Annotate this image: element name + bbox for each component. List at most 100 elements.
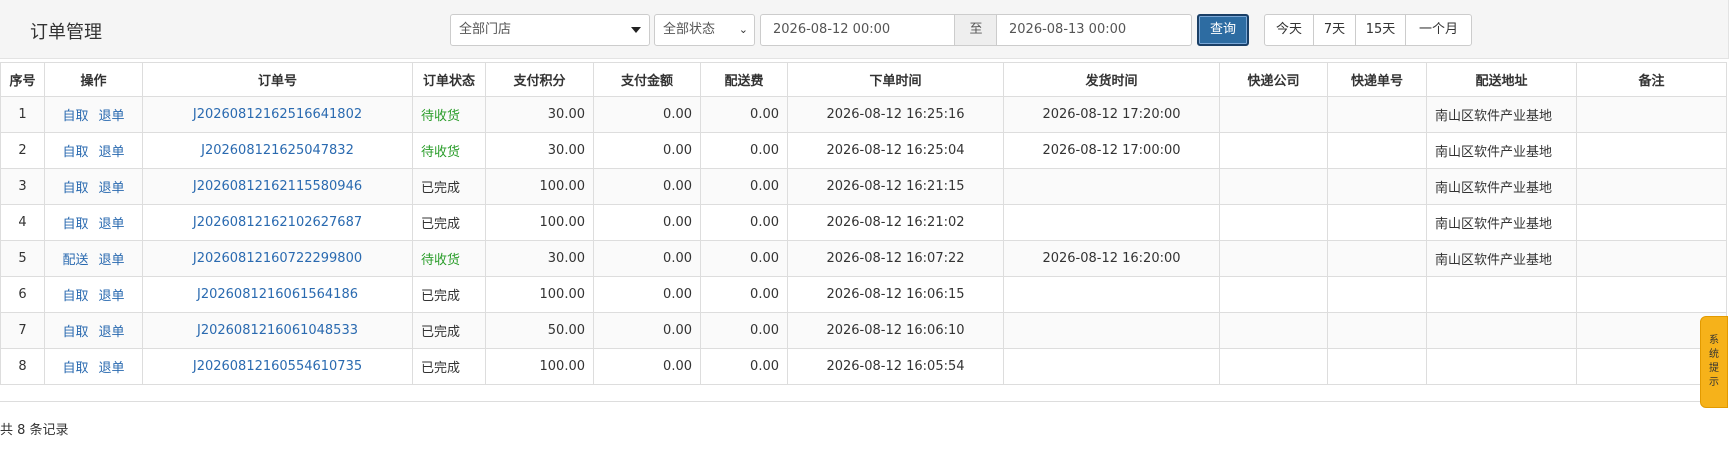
cell-shipped-time [1003, 204, 1220, 241]
status-select-value: 全部状态 [663, 22, 716, 37]
cell-actions: 自取 退单 [44, 132, 143, 169]
refund-link[interactable]: 退单 [99, 289, 125, 304]
cell-fee: 0.00 [700, 240, 788, 277]
cell-amount: 0.00 [593, 348, 701, 385]
cell-status: 已完成 [412, 348, 486, 385]
date-range-separator: 至 [955, 14, 997, 46]
pickup-link[interactable]: 自取 [62, 109, 88, 124]
refund-link[interactable]: 退单 [99, 181, 125, 196]
refund-link[interactable]: 退单 [99, 325, 125, 340]
header-tracking-no: 快递单号 [1327, 62, 1427, 97]
cell-actions: 配送 退单 [44, 240, 143, 277]
cell-status: 已完成 [412, 312, 486, 349]
order-no-link[interactable]: J2026081216061564186 [142, 276, 413, 313]
cell-actions: 自取 退单 [44, 96, 143, 133]
cell-remark [1576, 96, 1727, 133]
cell-status: 已完成 [412, 204, 486, 241]
cell-actions: 自取 退单 [44, 204, 143, 241]
refund-link[interactable]: 退单 [99, 217, 125, 232]
refund-link[interactable]: 退单 [99, 253, 125, 268]
system-tip-char: 统 [1709, 349, 1719, 360]
refund-link[interactable]: 退单 [99, 361, 125, 376]
cell-points: 100.00 [485, 276, 594, 313]
cell-remark [1576, 276, 1727, 313]
order-no-link[interactable]: J20260812160722299800 [142, 240, 413, 277]
cell-courier [1219, 168, 1328, 205]
pickup-link[interactable]: 自取 [62, 217, 88, 232]
cell-actions: 自取 退单 [44, 168, 143, 205]
cell-created-time: 2026-08-12 16:06:15 [787, 276, 1004, 313]
header-actions: 操作 [44, 62, 143, 97]
cell-remark [1576, 132, 1727, 169]
cell-tracking-no [1327, 276, 1427, 313]
cell-tracking-no [1327, 312, 1427, 349]
cell-status: 已完成 [412, 276, 486, 313]
chevron-down-icon: ⌄ [738, 23, 748, 36]
header-address: 配送地址 [1426, 62, 1577, 97]
cell-no: 1 [0, 96, 45, 133]
table-bottom-divider [0, 401, 1726, 402]
range-month-button[interactable]: 一个月 [1405, 14, 1472, 46]
cell-status: 待收货 [412, 132, 486, 169]
pickup-link[interactable]: 自取 [62, 361, 88, 376]
cell-tracking-no [1327, 348, 1427, 385]
toolbar: 订单管理 全部门店 全部状态 ⌄ 2026-08-12 00:00 至 2026… [0, 0, 1729, 59]
pickup-link[interactable]: 自取 [62, 145, 88, 160]
header-remark: 备注 [1576, 62, 1727, 97]
cell-shipped-time [1003, 348, 1220, 385]
order-no-link[interactable]: J20260812162102627687 [142, 204, 413, 241]
range-7days-button[interactable]: 7天 [1313, 14, 1356, 46]
header-no: 序号 [0, 62, 45, 97]
header-created-time: 下单时间 [787, 62, 1004, 97]
cell-address: 南山区软件产业基地 [1426, 204, 1577, 241]
refund-link[interactable]: 退单 [99, 109, 125, 124]
delivery-link[interactable]: 配送 [62, 253, 88, 268]
pickup-link[interactable]: 自取 [62, 325, 88, 340]
cell-address: 南山区软件产业基地 [1426, 96, 1577, 133]
cell-points: 100.00 [485, 204, 594, 241]
cell-created-time: 2026-08-12 16:06:10 [787, 312, 1004, 349]
cell-no: 6 [0, 276, 45, 313]
cell-points: 100.00 [485, 348, 594, 385]
cell-shipped-time: 2026-08-12 17:20:00 [1003, 96, 1220, 133]
cell-fee: 0.00 [700, 204, 788, 241]
cell-created-time: 2026-08-12 16:21:15 [787, 168, 1004, 205]
header-courier: 快递公司 [1219, 62, 1328, 97]
range-today-button[interactable]: 今天 [1264, 14, 1314, 46]
table-body: 1 自取 退单 J20260812162516641802 待收货 30.00 0… [0, 96, 1727, 385]
cell-shipped-time [1003, 168, 1220, 205]
pickup-link[interactable]: 自取 [62, 289, 88, 304]
cell-amount: 0.00 [593, 312, 701, 349]
refund-link[interactable]: 退单 [99, 145, 125, 160]
cell-no: 2 [0, 132, 45, 169]
cell-address [1426, 348, 1577, 385]
status-select[interactable]: 全部状态 ⌄ [654, 14, 755, 46]
header-shipped-time: 发货时间 [1003, 62, 1220, 97]
range-15days-button[interactable]: 15天 [1355, 14, 1406, 46]
cell-courier [1219, 96, 1328, 133]
cell-points: 50.00 [485, 312, 594, 349]
cell-shipped-time [1003, 312, 1220, 349]
order-no-link[interactable]: J20260812162115580946 [142, 168, 413, 205]
system-tip-tab[interactable]: 系 统 提 示 [1700, 316, 1728, 408]
cell-points: 100.00 [485, 168, 594, 205]
cell-created-time: 2026-08-12 16:21:02 [787, 204, 1004, 241]
store-select[interactable]: 全部门店 [450, 14, 650, 46]
orders-table: 序号 操作 订单号 订单状态 支付积分 支付金额 配送费 下单时间 发货时间 快… [0, 62, 1727, 385]
cell-no: 5 [0, 240, 45, 277]
pickup-link[interactable]: 自取 [62, 181, 88, 196]
order-no-link[interactable]: J20260812162516641802 [142, 96, 413, 133]
end-date-input[interactable]: 2026-08-13 00:00 [996, 14, 1192, 46]
cell-tracking-no [1327, 96, 1427, 133]
cell-tracking-no [1327, 204, 1427, 241]
table-row: 6 自取 退单 J2026081216061564186 已完成 100.00 0… [0, 276, 1727, 313]
start-date-input[interactable]: 2026-08-12 00:00 [760, 14, 955, 46]
cell-created-time: 2026-08-12 16:05:54 [787, 348, 1004, 385]
order-no-link[interactable]: J20260812160554610735 [142, 348, 413, 385]
cell-actions: 自取 退单 [44, 348, 143, 385]
query-button[interactable]: 查询 [1197, 14, 1249, 46]
system-tip-char: 示 [1709, 377, 1719, 388]
cell-actions: 自取 退单 [44, 312, 143, 349]
order-no-link[interactable]: J2026081216061048533 [142, 312, 413, 349]
order-no-link[interactable]: J202608121625047832 [142, 132, 413, 169]
